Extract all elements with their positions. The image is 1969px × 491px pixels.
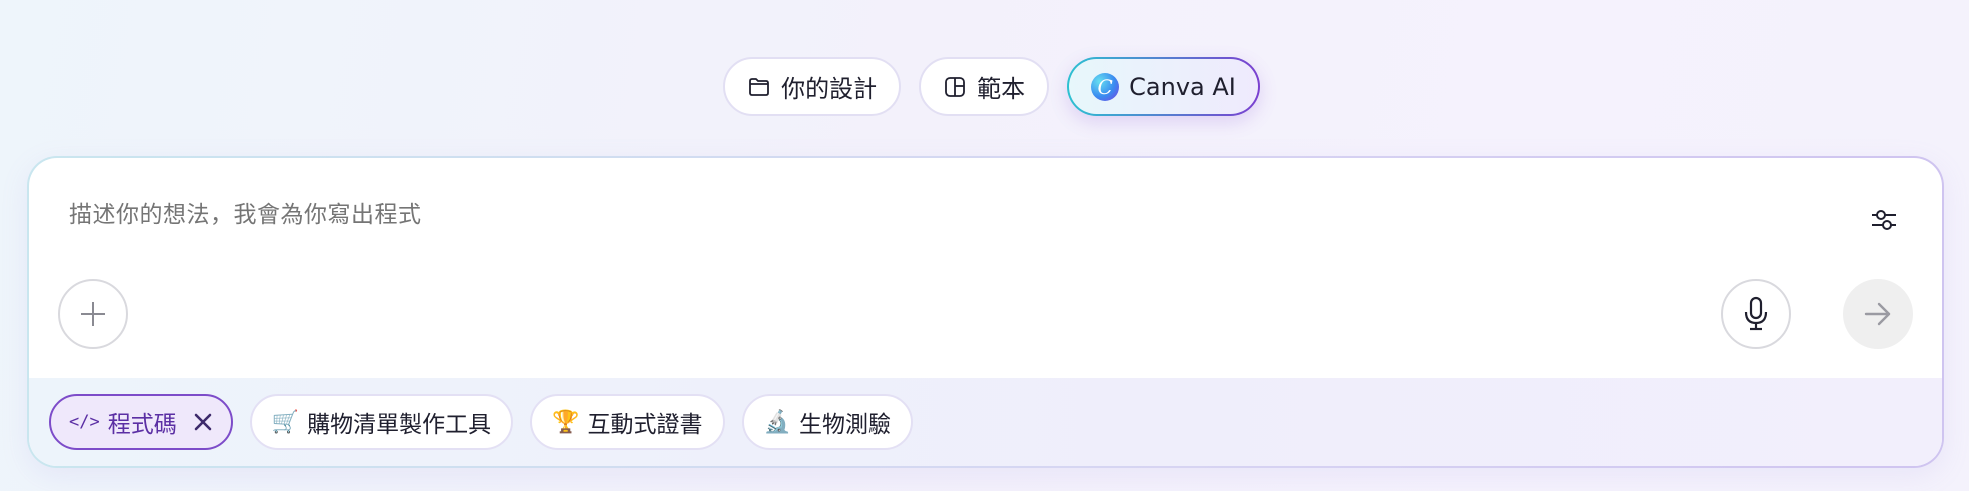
plus-icon [81, 302, 105, 326]
chip-label: 互動式證書 [587, 412, 703, 438]
canva-ai-logo-icon: C [1091, 72, 1120, 101]
tab-label: 你的設計 [781, 75, 878, 103]
template-icon [943, 75, 967, 99]
chip-code[interactable]: </> 程式碼 [49, 394, 233, 450]
tab-canva-ai[interactable]: C Canva AI [1067, 57, 1260, 116]
prompt-input[interactable] [69, 202, 1769, 228]
tab-label: 範本 [977, 75, 1026, 103]
chip-interactive-certificate[interactable]: 🏆 互動式證書 [530, 394, 725, 450]
microphone-icon [1744, 296, 1768, 331]
prompt-card: </> 程式碼 🛒 購物清單製作工具 🏆 互動式證書 🔬 生物測驗 [27, 156, 1944, 468]
tab-label: Canva AI [1129, 72, 1236, 101]
tab-templates[interactable]: 範本 [919, 57, 1050, 116]
close-icon[interactable] [193, 412, 213, 432]
microscope-icon: 🔬 [763, 409, 791, 435]
chip-label: 購物清單製作工具 [307, 412, 492, 438]
arrow-right-icon [1864, 302, 1891, 326]
top-tab-bar: 你的設計 範本 C Canva AI [0, 57, 1969, 116]
trophy-icon: 🏆 [552, 409, 580, 435]
shopping-cart-icon: 🛒 [271, 409, 300, 435]
chip-label: 程式碼 [107, 412, 177, 438]
settings-sliders-icon[interactable] [1866, 202, 1902, 238]
send-button[interactable] [1843, 279, 1913, 349]
chip-biology-quiz[interactable]: 🔬 生物測驗 [741, 394, 913, 450]
tab-your-designs[interactable]: 你的設計 [723, 57, 902, 116]
microphone-button[interactable] [1721, 279, 1791, 349]
chip-label: 生物測驗 [798, 412, 891, 438]
add-attachment-button[interactable] [58, 279, 128, 349]
folder-icon [747, 75, 771, 99]
chip-shopping-list-maker[interactable]: 🛒 購物清單製作工具 [249, 394, 514, 450]
suggestion-chip-bar: </> 程式碼 🛒 購物清單製作工具 🏆 互動式證書 🔬 生物測驗 [29, 378, 1942, 466]
code-icon: </> [69, 412, 100, 432]
